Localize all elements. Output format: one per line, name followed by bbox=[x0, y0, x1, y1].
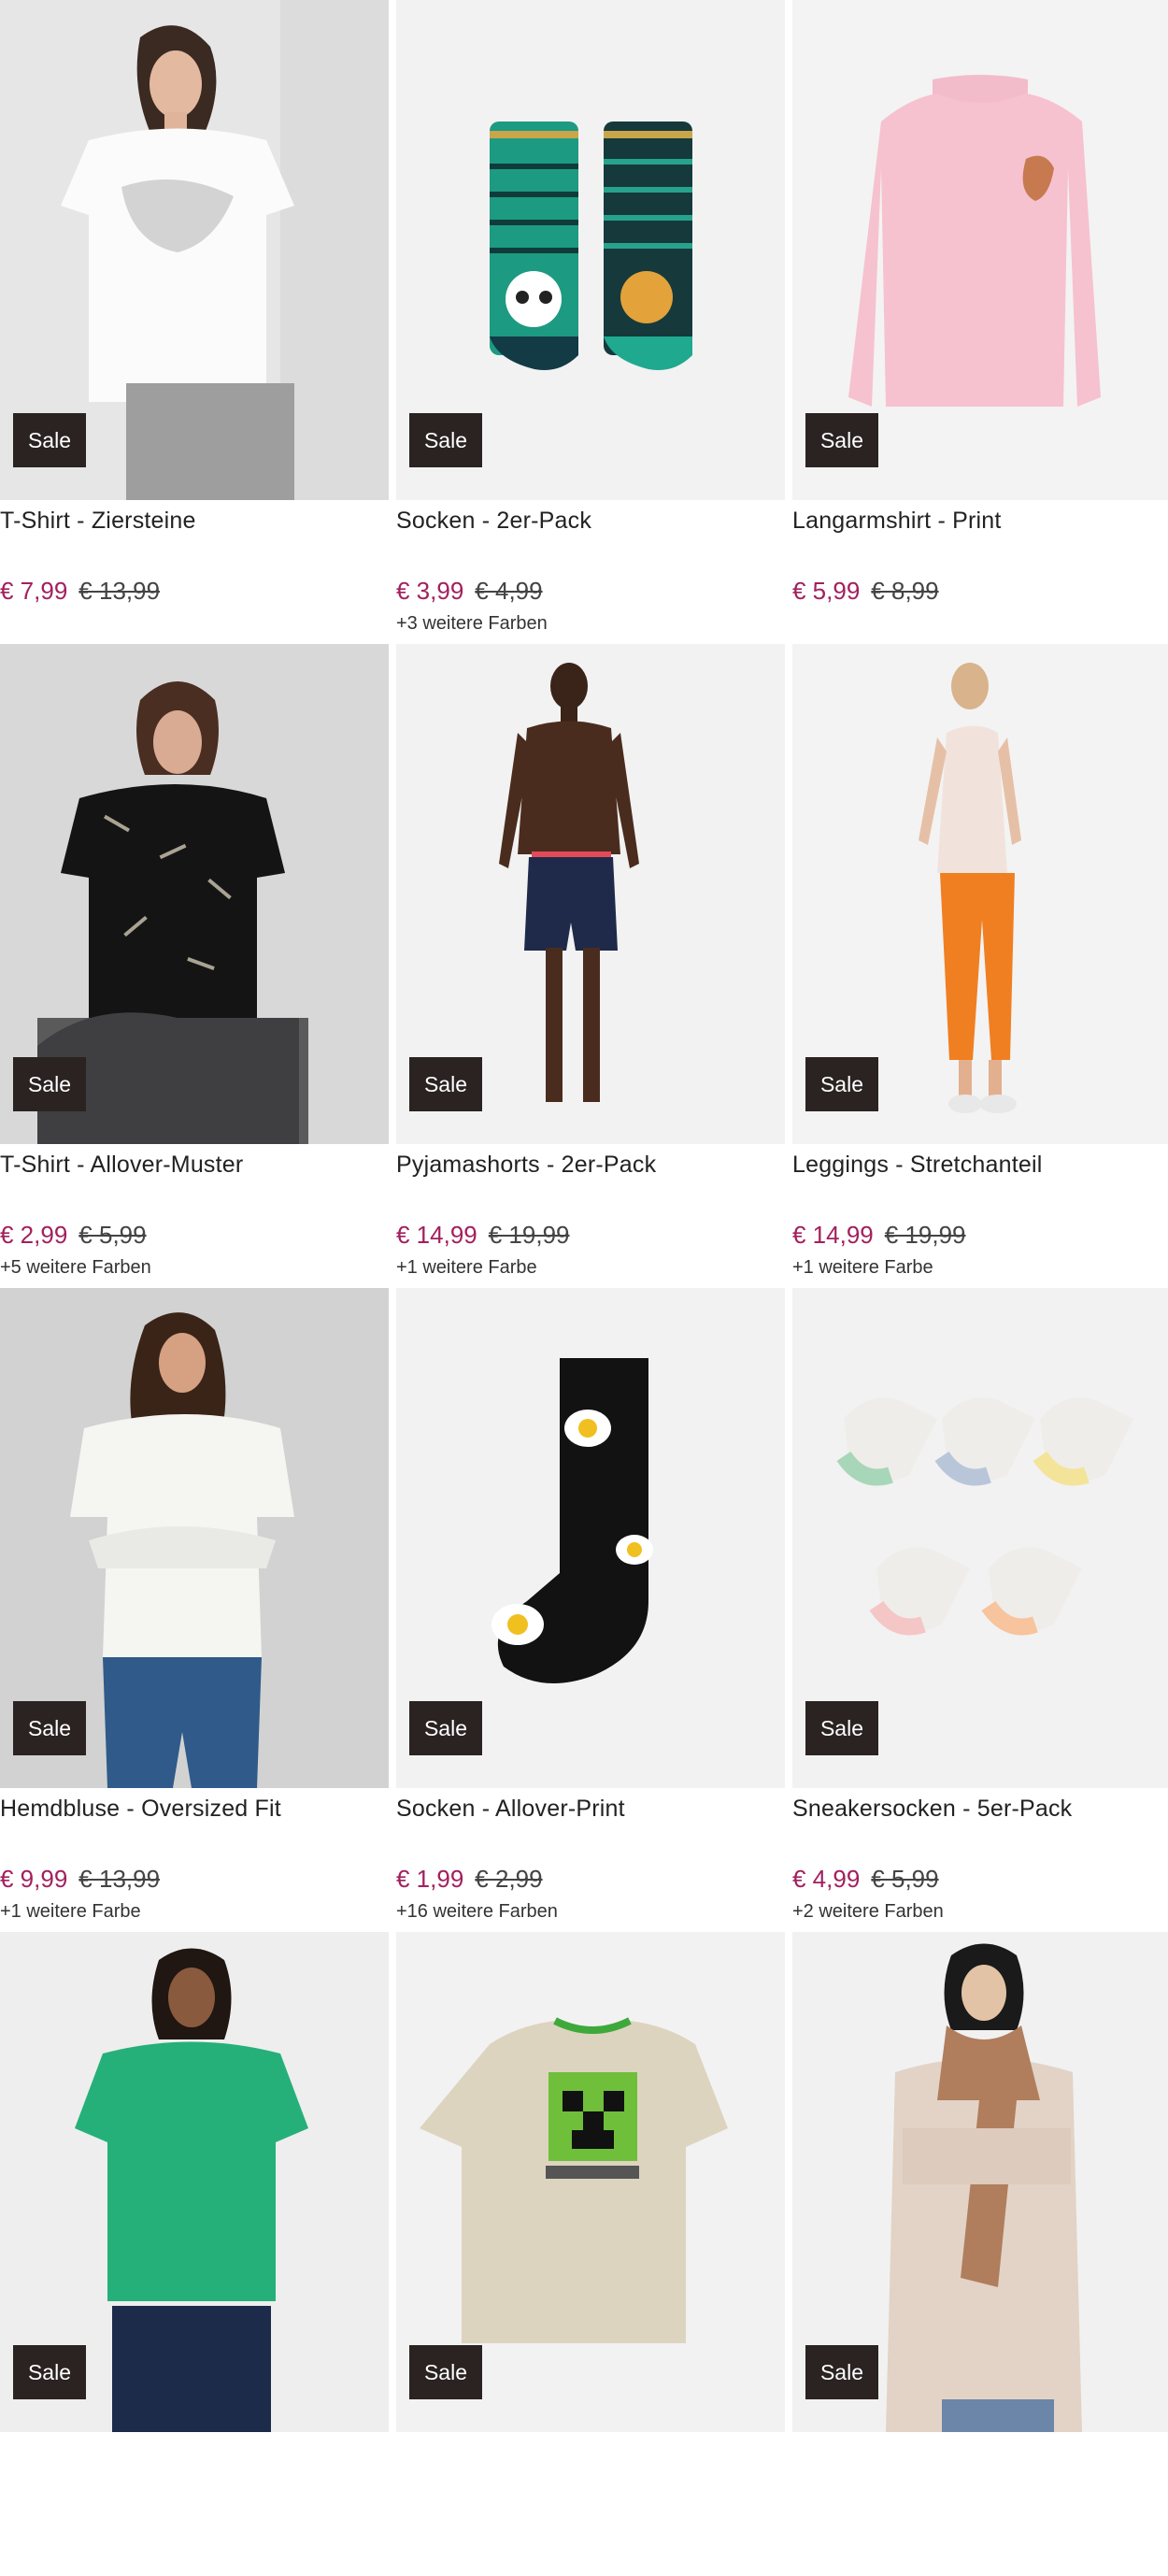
sale-badge: Sale bbox=[409, 413, 482, 467]
sale-badge: Sale bbox=[13, 2345, 86, 2399]
old-price: € 19,99 bbox=[884, 1221, 966, 1249]
product-name[interactable]: Sneakersocken - 5er-Pack bbox=[792, 1796, 1072, 1823]
sale-badge: Sale bbox=[805, 413, 878, 467]
sale-badge: Sale bbox=[805, 1057, 878, 1111]
price-row: € 9,99 € 13,99 bbox=[0, 1865, 160, 1894]
sale-badge: Sale bbox=[409, 2345, 482, 2399]
price-row: € 5,99 € 8,99 bbox=[792, 577, 939, 606]
sale-badge: Sale bbox=[13, 413, 86, 467]
product-image[interactable]: Sale bbox=[792, 0, 1168, 500]
old-price: € 2,99 bbox=[475, 1865, 543, 1893]
price-row: € 14,99 € 19,99 bbox=[396, 1221, 570, 1250]
product-name[interactable]: Leggings - Stretchanteil bbox=[792, 1152, 1042, 1179]
color-count[interactable]: +1 weitere Farbe bbox=[792, 1257, 933, 1279]
product-grid: Sale T-Shirt - Ziersteine € 7,99 € 13,99 bbox=[0, 0, 1168, 2576]
current-price: € 14,99 bbox=[792, 1221, 874, 1249]
product-name[interactable]: Socken - 2er-Pack bbox=[396, 508, 591, 535]
old-price: € 19,99 bbox=[488, 1221, 570, 1249]
sale-badge: Sale bbox=[805, 2345, 878, 2399]
old-price: € 13,99 bbox=[78, 1865, 161, 1893]
current-price: € 14,99 bbox=[396, 1221, 477, 1249]
product-card[interactable]: Sale bbox=[0, 1932, 389, 2576]
price-row: € 2,99 € 5,99 bbox=[0, 1221, 147, 1250]
product-name[interactable]: T-Shirt - Ziersteine bbox=[0, 508, 196, 535]
product-image[interactable]: Sale bbox=[792, 644, 1168, 1144]
old-price: € 4,99 bbox=[475, 577, 543, 605]
product-image[interactable]: Sale bbox=[0, 1288, 389, 1788]
price-row: € 1,99 € 2,99 bbox=[396, 1865, 543, 1894]
current-price: € 9,99 bbox=[0, 1865, 68, 1893]
color-count[interactable]: +3 weitere Farben bbox=[396, 613, 548, 635]
product-image[interactable]: Sale bbox=[396, 1932, 785, 2432]
product-card[interactable]: Sale T-Shirt - Allover-Muster € 2,99 € 5,… bbox=[0, 644, 389, 1288]
current-price: € 1,99 bbox=[396, 1865, 464, 1893]
product-name[interactable]: Socken - Allover-Print bbox=[396, 1796, 625, 1823]
sale-badge: Sale bbox=[409, 1701, 482, 1755]
product-card[interactable]: Sale Pyjamashorts - 2er-Pack € 14,99 € 19… bbox=[396, 644, 785, 1288]
product-card[interactable]: Sale Leggings - Stretchanteil € 14,99 € 1… bbox=[792, 644, 1168, 1288]
product-image[interactable]: Sale bbox=[0, 1932, 389, 2432]
product-card[interactable]: Sale Socken - 2er-Pack € 3,99 € 4,99 +3 w… bbox=[396, 0, 785, 644]
current-price: € 7,99 bbox=[0, 577, 68, 605]
price-row: € 4,99 € 5,99 bbox=[792, 1865, 939, 1894]
sale-badge: Sale bbox=[13, 1701, 86, 1755]
product-name[interactable]: Hemdbluse - Oversized Fit bbox=[0, 1796, 281, 1823]
current-price: € 3,99 bbox=[396, 577, 464, 605]
product-image[interactable]: Sale bbox=[792, 1932, 1168, 2432]
product-name[interactable]: Pyjamashorts - 2er-Pack bbox=[396, 1152, 656, 1179]
product-image[interactable]: Sale bbox=[792, 1288, 1168, 1788]
sale-badge: Sale bbox=[13, 1057, 86, 1111]
old-price: € 13,99 bbox=[78, 577, 161, 605]
product-card[interactable]: Sale bbox=[792, 1932, 1168, 2576]
product-name[interactable]: T-Shirt - Allover-Muster bbox=[0, 1152, 243, 1179]
sale-badge: Sale bbox=[409, 1057, 482, 1111]
product-image[interactable]: Sale bbox=[396, 0, 785, 500]
color-count[interactable]: +5 weitere Farben bbox=[0, 1257, 151, 1279]
current-price: € 2,99 bbox=[0, 1221, 68, 1249]
product-card[interactable]: Sale bbox=[396, 1932, 785, 2576]
old-price: € 8,99 bbox=[871, 577, 939, 605]
price-row: € 7,99 € 13,99 bbox=[0, 577, 160, 606]
old-price: € 5,99 bbox=[78, 1221, 147, 1249]
product-card[interactable]: Sale Socken - Allover-Print € 1,99 € 2,99… bbox=[396, 1288, 785, 1932]
product-card[interactable]: Sale T-Shirt - Ziersteine € 7,99 € 13,99 bbox=[0, 0, 389, 644]
product-image[interactable]: Sale bbox=[396, 1288, 785, 1788]
sale-badge: Sale bbox=[805, 1701, 878, 1755]
current-price: € 4,99 bbox=[792, 1865, 861, 1893]
product-image[interactable]: Sale bbox=[0, 0, 389, 500]
color-count[interactable]: +16 weitere Farben bbox=[396, 1901, 558, 1923]
price-row: € 14,99 € 19,99 bbox=[792, 1221, 966, 1250]
product-image[interactable]: Sale bbox=[0, 644, 389, 1144]
product-card[interactable]: Sale Hemdbluse - Oversized Fit € 9,99 € 1… bbox=[0, 1288, 389, 1932]
color-count[interactable]: +2 weitere Farben bbox=[792, 1901, 944, 1923]
product-name[interactable]: Langarmshirt - Print bbox=[792, 508, 1002, 535]
product-card[interactable]: Sale Sneakersocken - 5er-Pack € 4,99 € 5,… bbox=[792, 1288, 1168, 1932]
old-price: € 5,99 bbox=[871, 1865, 939, 1893]
product-card[interactable]: Sale Langarmshirt - Print € 5,99 € 8,99 bbox=[792, 0, 1168, 644]
product-image[interactable]: Sale bbox=[396, 644, 785, 1144]
price-row: € 3,99 € 4,99 bbox=[396, 577, 543, 606]
current-price: € 5,99 bbox=[792, 577, 861, 605]
color-count[interactable]: +1 weitere Farbe bbox=[396, 1257, 537, 1279]
color-count[interactable]: +1 weitere Farbe bbox=[0, 1901, 141, 1923]
